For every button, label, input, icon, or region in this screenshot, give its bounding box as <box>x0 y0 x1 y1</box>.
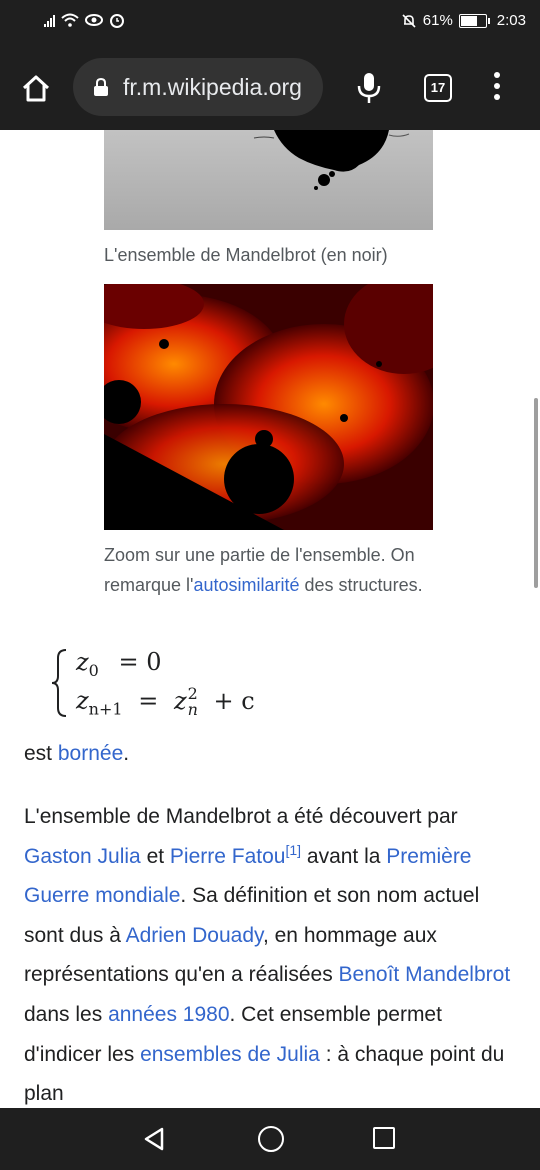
more-vert-icon[interactable] <box>490 72 504 104</box>
nav-back-icon[interactable] <box>142 1127 166 1151</box>
link-ensembles-de-julia[interactable]: ensembles de Julia <box>140 1043 320 1066</box>
formula-z0: z <box>76 648 89 676</box>
formula-sub-n1: n+1 <box>88 699 123 719</box>
figure-caption-2: Zoom sur une partie de l'ensemble. On re… <box>104 540 449 600</box>
paragraph-history: L'ensemble de Mandelbrot a été découvert… <box>24 797 524 1108</box>
alarm-icon <box>110 14 124 28</box>
formula-zn1: z <box>76 686 89 715</box>
lock-icon[interactable] <box>93 78 109 96</box>
para-text: dans les <box>24 1002 109 1026</box>
brace-icon <box>51 649 67 717</box>
link-gaston-julia[interactable]: Gaston Julia <box>24 845 141 868</box>
mandelbrot-zoom-image[interactable] <box>104 284 433 530</box>
math-formula: z0 = 0 zn+1 = z2n + c <box>44 642 284 722</box>
para-text: L'ensemble de Mandelbrot a été découvert… <box>24 805 458 828</box>
home-icon[interactable] <box>20 72 52 104</box>
link-autosimilarite[interactable]: autosimilarité <box>193 575 299 595</box>
signal-icon <box>44 13 55 27</box>
eye-comfort-icon <box>85 14 103 26</box>
mute-icon <box>402 13 416 28</box>
link-pierre-fatou[interactable]: Pierre Fatou <box>170 845 286 868</box>
para-text: avant la <box>301 844 387 868</box>
formula-line1-rhs: = 0 <box>118 648 162 676</box>
battery-icon <box>458 13 490 28</box>
clock: 2:03 <box>496 12 526 29</box>
link-bornee[interactable]: bornée <box>58 742 123 765</box>
paragraph-bornee: est bornée. <box>24 734 524 774</box>
formula-sub-0: 0 <box>88 660 99 680</box>
system-nav-bar <box>0 1108 540 1170</box>
status-bar: 61% 2:03 <box>0 0 540 44</box>
formula-sub-n: n <box>187 700 198 719</box>
battery-percent: 61% <box>422 12 453 29</box>
formula-zn: z <box>173 686 187 715</box>
url-text[interactable]: fr.m.wikipedia.org <box>123 74 302 101</box>
link-benoit-mandelbrot[interactable]: Benoît Mandelbrot <box>339 963 511 986</box>
mandelbrot-image[interactable] <box>104 130 433 230</box>
formula-equals: = <box>138 686 159 715</box>
status-right-icons: 61% 2:03 <box>401 12 526 29</box>
wifi-icon <box>61 13 79 27</box>
figure-caption-1: L'ensemble de Mandelbrot (en noir) <box>104 245 388 265</box>
para-text: et <box>140 844 170 868</box>
link-annees-1980[interactable]: années 1980 <box>108 1003 229 1026</box>
link-adrien-douady[interactable]: Adrien Douady <box>126 924 263 947</box>
formula-tail: + c <box>213 686 255 715</box>
browser-toolbar: fr.m.wikipedia.org 17 <box>0 44 540 130</box>
para-end: . <box>123 742 130 765</box>
url-bar[interactable]: fr.m.wikipedia.org <box>73 58 323 116</box>
nav-home-icon[interactable] <box>258 1126 284 1152</box>
scrollbar[interactable] <box>534 398 538 588</box>
tab-switcher-button[interactable]: 17 <box>424 74 452 102</box>
para-text: est <box>24 742 58 765</box>
article-content: L'ensemble de Mandelbrot (en noir) Zoom … <box>0 130 540 1108</box>
nav-recents-icon[interactable] <box>373 1127 395 1149</box>
reference-1[interactable]: [1] <box>285 842 301 858</box>
mic-icon[interactable] <box>356 72 382 104</box>
caption-text-end: des structures. <box>299 575 423 595</box>
status-left-icons <box>44 12 125 28</box>
